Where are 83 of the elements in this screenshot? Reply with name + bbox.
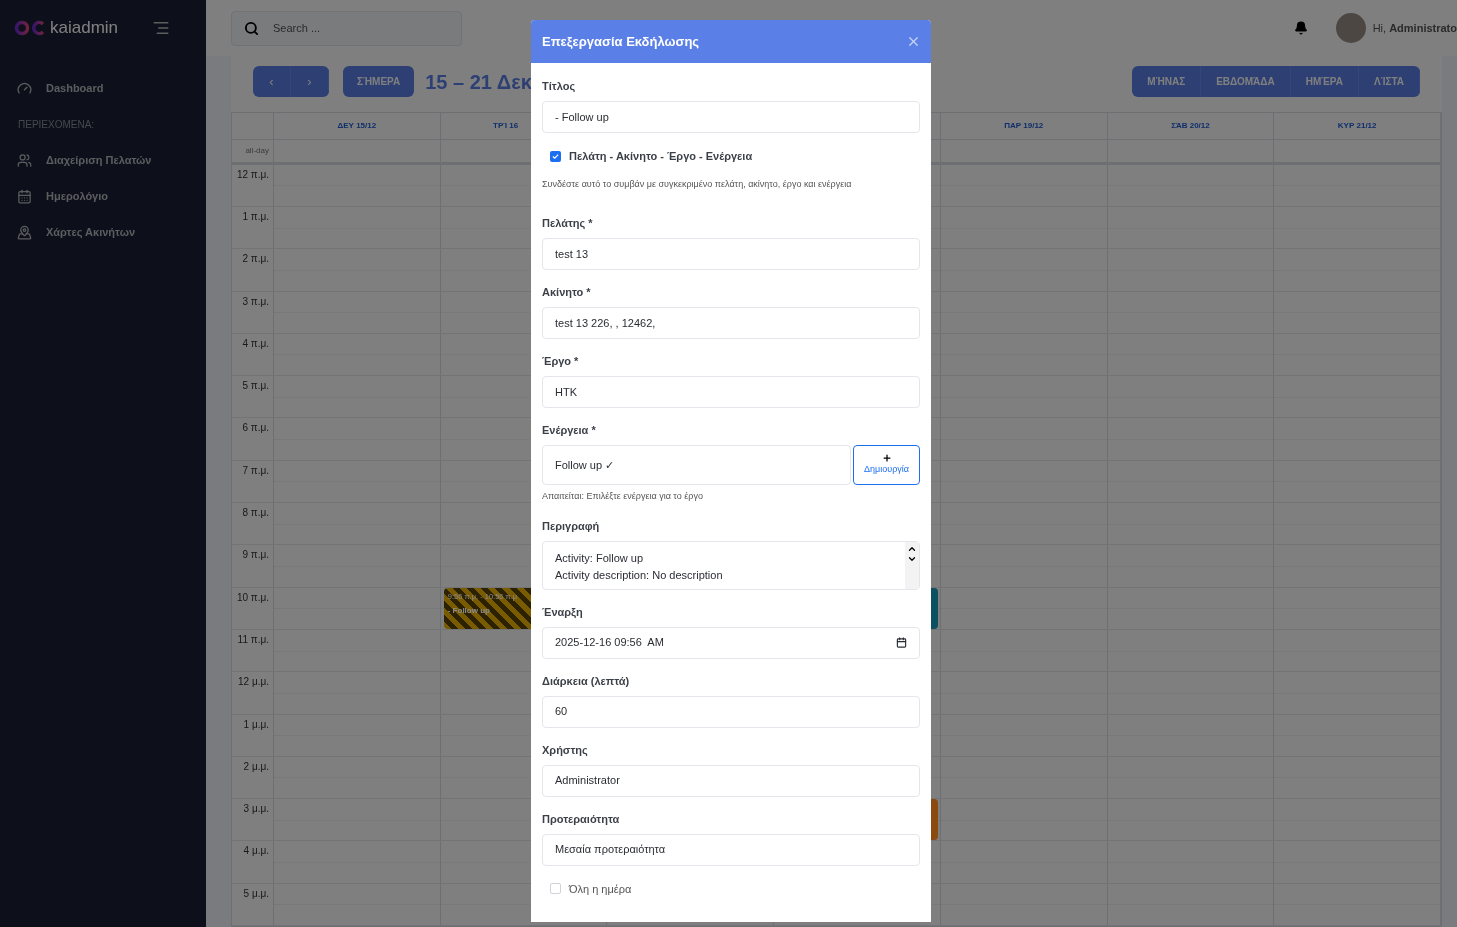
description-line: Activity: Follow up [555,550,645,566]
input-field[interactable]: HTK [542,376,920,408]
hour-label: 6 π.μ. [242,422,269,436]
field-label: Έναρξη [542,604,584,619]
create-button[interactable]: Δημιουργία [853,445,920,485]
sidebar-item[interactable]: Χάρτες Ακινήτων [0,214,206,250]
logo-icon [14,20,46,36]
modal-title: Επεξεργασία Εκδήλωσης [542,32,700,51]
field-label: Πελάτης * [542,216,594,230]
sidebar-item[interactable]: Διαχείριση Πελατών [0,142,206,178]
gauge-icon [17,80,32,96]
nav-button[interactable]: ‹ [253,66,291,97]
hour-label: 4 π.μ. [242,337,269,351]
user-greeting[interactable]: Hi, Administrato [1372,19,1457,37]
date-range-title: 15 – 21 Δεκ [425,69,532,95]
view-button[interactable]: ΗΜΈΡΑ [1290,66,1359,97]
nav-button[interactable]: › [291,66,329,97]
hour-label: 1 μ.μ. [243,718,269,732]
hour-label: 11 π.μ. [237,633,269,647]
view-button[interactable]: ΜΉΝΑΣ [1132,66,1202,97]
calendar-icon [17,188,32,204]
field-label: Έργο * [542,354,580,368]
day-header: ΠΑΡ 19/12 [1004,120,1044,133]
day-header: ΚΥΡ 21/12 [1337,120,1377,133]
field-label: Προτεραιότητα [542,811,621,826]
input-field[interactable]: test 13 226, , 12462, [542,307,920,339]
hour-label: 12 π.μ. [236,168,269,182]
help-text: Απαιτείται: Επιλέξτε ενέργεια για το έργο [542,490,704,503]
field-label: Χρήστης [542,742,589,757]
users-icon [17,152,32,168]
description-textarea[interactable]: Activity: Follow up Activity description: No description [542,540,920,590]
hour-label: 3 μ.μ. [243,803,269,817]
checkbox[interactable] [550,150,561,162]
description-line: Activity description: No description [555,567,724,583]
hour-label: 10 π.μ. [236,591,269,605]
hour-label: 4 μ.μ. [243,845,269,859]
hour-label: 9 π.μ. [242,549,269,563]
map-pin-icon [17,224,32,240]
hour-label: 5 μ.μ. [243,887,269,901]
sidebar-item[interactable]: Dashboard [0,70,206,106]
input-field[interactable]: - Follow up [542,101,920,133]
checkbox[interactable] [550,883,561,895]
calendar-icon [896,637,907,648]
input-field[interactable]: test 13 [542,238,920,270]
plus-icon [881,453,892,464]
input-field[interactable]: Administrator [542,764,920,797]
hour-label: 2 π.μ. [242,253,269,267]
field-label: Περιγραφή [542,518,601,533]
field-label: Διάρκεια (λεπτά) [542,673,631,688]
day-header: ΣΆΒ 20/12 [1171,120,1210,133]
checkbox-label: Όλη η ημέρα [569,881,632,897]
input-field[interactable]: 60 [542,695,920,728]
hour-label: 8 π.μ. [242,507,269,521]
hour-label: 2 μ.μ. [243,760,269,774]
date-field[interactable]: 2025-12-16 09:56 AM [542,626,920,659]
field-label: Τίτλος [542,79,577,93]
day-header: ΔΕΥ 15/12 [337,120,377,133]
day-header: ΤΡΊ 16 [493,120,519,133]
section-label: ΠΕΡΙΕΧΟΜΕΝΑ: [17,117,96,132]
checkbox-label: Πελάτη - Ακίνητο - Έργο - Ενέργεια [569,149,753,164]
view-button[interactable]: ΛΊΣΤΑ [1359,66,1420,97]
input-field[interactable]: Follow up ✓ [542,445,851,485]
sidebar-item[interactable]: Ημερολόγιο [0,178,206,214]
help-text: Συνδέστε αυτό το συμβάν με συγκεκριμένο πελάτη, ακίνητο, έργο και ενέργεια [542,177,853,191]
close-icon[interactable] [906,34,921,49]
menu-icon[interactable] [152,19,170,37]
scrollbar[interactable] [905,541,919,589]
search-field[interactable]: Search ... [231,10,462,46]
view-button[interactable]: ΕΒΔΟΜΆΔΑ [1201,66,1291,97]
input-field[interactable]: Μεσαία προτεραιότητα [542,833,920,866]
field-label: Ενέργεια * [542,423,597,437]
hour-label: 3 π.μ. [242,295,269,309]
logo-text: kaiadmin [50,17,119,40]
today-button[interactable]: ΣΉΜΕΡΑ [343,66,415,97]
hour-label: 1 π.μ. [242,210,269,224]
field-label: Ακίνητο * [542,285,592,299]
bell-icon[interactable] [1293,21,1308,35]
hour-label: 5 π.μ. [242,380,269,394]
avatar[interactable] [1335,13,1366,43]
hour-label: 7 π.μ. [242,464,269,478]
event-title: - Follow up [447,604,490,617]
search-icon [244,20,259,36]
hour-label: 12 μ.μ. [238,676,269,690]
